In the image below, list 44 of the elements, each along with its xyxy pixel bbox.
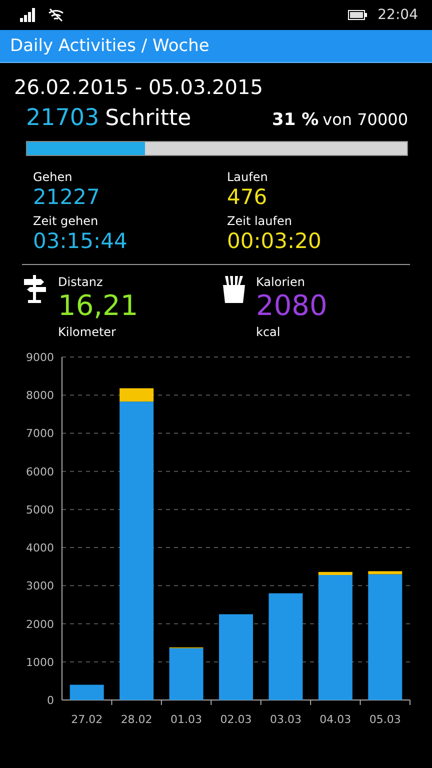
y-axis-label: 2000: [26, 618, 54, 631]
stat-value: 00:03:20: [227, 228, 322, 254]
signpost-icon: [22, 275, 48, 303]
stat-label: Zeit gehen: [33, 214, 100, 228]
stat-value: 03:15:44: [33, 228, 128, 254]
stat-label: Gehen: [33, 170, 74, 184]
bar: [70, 684, 104, 700]
stat-label: Zeit laufen: [227, 214, 293, 228]
stat-value: 476: [227, 184, 268, 210]
y-axis-label: 3000: [26, 580, 54, 593]
stat-value: 21227: [33, 184, 101, 210]
fries-icon: [222, 275, 246, 303]
stat-label: Laufen: [227, 170, 269, 184]
x-axis-label: 03.03: [270, 713, 302, 726]
x-axis-label: 01.03: [170, 713, 202, 726]
x-axis-label: 04.03: [320, 713, 352, 726]
battery-icon: [348, 10, 368, 20]
y-axis-label: 7000: [26, 427, 54, 440]
y-axis-label: 5000: [26, 503, 54, 516]
summary-value: 2080: [256, 289, 328, 323]
title-bar: Daily Activities / Woche: [0, 30, 432, 63]
summary-unit: kcal: [256, 325, 282, 339]
x-axis-label: 05.03: [369, 713, 401, 726]
wifi-icon: [48, 8, 64, 22]
x-axis-label: 28.02: [120, 713, 152, 726]
steps-label: Schritte: [105, 106, 192, 131]
date-range: 26.02.2015 - 05.03.2015: [14, 75, 264, 99]
summary-label: Kalorien: [256, 275, 306, 289]
y-axis-label: 0: [47, 694, 54, 707]
x-axis-label: 27.02: [71, 713, 103, 726]
goal-percent: 31 %: [272, 110, 319, 130]
summary-label: Distanz: [58, 275, 104, 289]
summary-unit: Kilometer: [58, 325, 117, 339]
signal-icon: [20, 8, 38, 22]
y-axis-label: 8000: [26, 389, 54, 402]
x-axis-label: 02.03: [220, 713, 252, 726]
goal-text: von 70000: [322, 110, 408, 129]
y-axis-label: 4000: [26, 542, 54, 555]
summary-value: 16,21: [58, 289, 138, 323]
y-axis-label: 9000: [26, 351, 54, 364]
steps-count: 21703: [26, 105, 100, 131]
clock-time: 22:04: [378, 7, 418, 23]
y-axis-label: 1000: [26, 656, 54, 669]
y-axis-label: 6000: [26, 465, 54, 478]
